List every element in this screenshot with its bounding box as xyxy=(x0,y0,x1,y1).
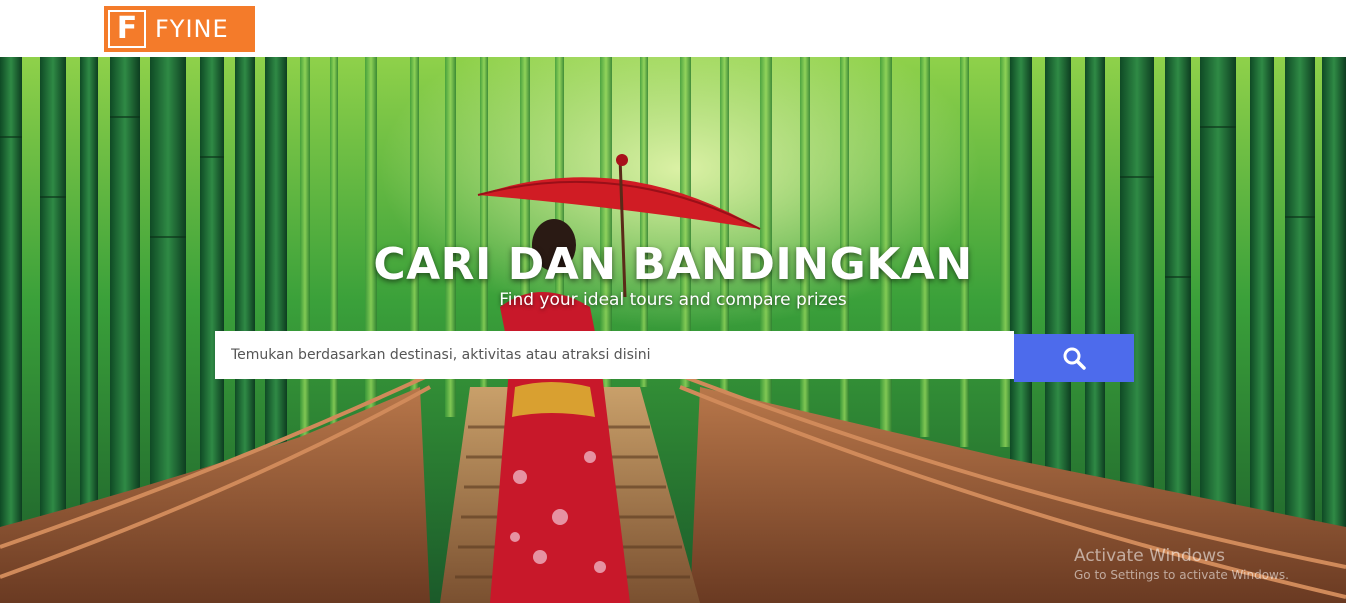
site-header: F FYINE xyxy=(0,0,1346,57)
hero-subtitle: Find your ideal tours and compare prizes xyxy=(499,290,847,310)
hero-title: CARI DAN BANDINGKAN xyxy=(373,239,973,290)
logo-text: FYINE xyxy=(155,15,229,43)
hero-section: CARI DAN BANDINGKAN Find your ideal tour… xyxy=(0,57,1346,603)
search-button[interactable] xyxy=(1014,334,1134,382)
search-input[interactable] xyxy=(215,331,1014,379)
fyine-logo[interactable]: F FYINE xyxy=(104,6,255,52)
logo-mark-letter: F xyxy=(116,11,138,46)
watermark-title: Activate Windows xyxy=(1074,546,1225,566)
logo-mark: F xyxy=(108,10,146,48)
watermark-subtitle: Go to Settings to activate Windows. xyxy=(1074,568,1289,582)
search-bar xyxy=(215,331,1134,382)
windows-activation-watermark: Activate Windows Go to Settings to activ… xyxy=(1074,545,1289,583)
search-icon xyxy=(1063,347,1086,370)
hero-background-image xyxy=(0,57,1346,603)
